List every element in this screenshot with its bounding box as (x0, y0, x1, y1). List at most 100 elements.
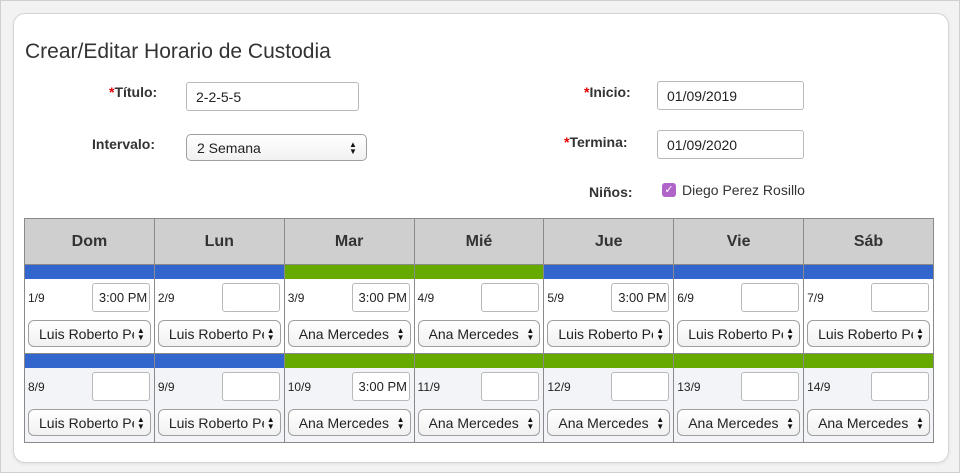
day-header: Vie (673, 218, 805, 265)
interval-select[interactable]: 2 Semana ▲ ▼ (186, 134, 367, 161)
parent-select[interactable]: Ana Mercedes Rosillo▲▼ (417, 409, 541, 436)
calendar-day-cell: 9/9 Luis Roberto Perez▲▼ (153, 353, 285, 443)
custody-color-bar (25, 265, 154, 279)
parent-select[interactable]: Luis Roberto Perez▲▼ (677, 320, 801, 347)
parent-select-value: Ana Mercedes Rosillo (688, 414, 783, 431)
parent-select-value: Luis Roberto Perez (39, 414, 134, 431)
select-arrows-icon: ▲ ▼ (266, 325, 275, 342)
parent-select[interactable]: Ana Mercedes Rosillo▲▼ (807, 409, 930, 436)
select-arrows-icon: ▲ ▼ (136, 325, 145, 342)
child-checkbox-row[interactable]: ✓ Diego Perez Rosillo (662, 182, 805, 198)
select-arrows-icon: ▲ ▼ (396, 325, 405, 342)
day-header: Mar (283, 218, 415, 265)
exchange-time-input[interactable] (221, 283, 280, 312)
parent-select[interactable]: Luis Roberto Perez▲▼ (28, 320, 151, 347)
exchange-time-input[interactable] (741, 372, 800, 401)
day-header: Lun (153, 218, 285, 265)
day-header: Dom (24, 218, 155, 265)
title-label-text: Título: (114, 84, 158, 100)
parent-select[interactable]: Ana Mercedes Rosillo▲▼ (287, 320, 411, 347)
select-arrows-icon: ▲ ▼ (526, 325, 535, 342)
exchange-time-input[interactable] (351, 283, 410, 312)
end-label: *Termina: (564, 134, 628, 150)
parent-select[interactable]: Ana Mercedes Rosillo▲▼ (547, 409, 671, 436)
exchange-time-input[interactable] (741, 283, 800, 312)
day-date: 10/9 (287, 380, 312, 394)
parent-select-value: Ana Mercedes Rosillo (428, 325, 524, 342)
exchange-time-input[interactable] (871, 372, 929, 401)
exchange-time-input[interactable] (611, 283, 670, 312)
parent-select-value: Luis Roberto Perez (168, 325, 264, 342)
custody-calendar: Dom Lun Mar Mié Jue Vie Sáb 1/9 Luis Robe… (24, 218, 934, 443)
page-title: Crear/Editar Horario de Custodia (25, 40, 331, 63)
custody-color-bar (284, 354, 414, 368)
select-arrows-icon: ▲ ▼ (349, 139, 357, 156)
custody-color-bar (284, 265, 414, 279)
children-label: Niños: (589, 184, 633, 200)
parent-select[interactable]: Luis Roberto Perez▲▼ (807, 320, 930, 347)
calendar-week-row: 1/9Luis Roberto Perez▲▼2/9Luis Roberto P… (24, 264, 934, 354)
parent-select-value: Ana Mercedes Rosillo (428, 414, 524, 431)
exchange-time-input[interactable] (221, 372, 280, 401)
custody-color-bar (674, 354, 804, 368)
parent-select-value: Ana Mercedes Rosillo (298, 325, 394, 342)
child-name: Diego Perez Rosillo (682, 182, 805, 198)
exchange-time-input[interactable] (481, 372, 540, 401)
start-label-text: Inicio: (589, 84, 631, 100)
select-arrows-icon: ▲ ▼ (656, 325, 665, 342)
start-date-input[interactable] (657, 81, 804, 110)
day-date: 5/9 (547, 291, 565, 305)
calendar-day-cell: 10/9 Ana Mercedes Rosillo▲▼ (283, 353, 415, 443)
calendar-week-row: 8/9Luis Roberto Perez▲▼9/9 Luis Roberto P… (24, 353, 934, 443)
day-date: 14/9 (807, 380, 831, 394)
parent-select[interactable]: Ana Mercedes Rosillo▲▼ (287, 409, 411, 436)
interval-select-value: 2 Semana (197, 139, 261, 156)
custody-color-bar (414, 354, 544, 368)
parent-select-value: Luis Roberto Perez (688, 325, 783, 342)
day-date: 13/9 (677, 380, 701, 394)
select-arrows-icon: ▲ ▼ (266, 414, 275, 431)
day-date: 2/9 (157, 291, 175, 305)
custody-color-bar (674, 265, 804, 279)
select-arrows-icon: ▲ ▼ (136, 414, 145, 431)
calendar-day-cell: 5/9 Luis Roberto Perez▲▼ (543, 264, 675, 354)
parent-select[interactable]: Luis Roberto Perez▲▼ (28, 409, 151, 436)
select-arrows-icon: ▲ ▼ (786, 325, 795, 342)
day-date: 3/9 (287, 291, 305, 305)
calendar-day-cell: 12/9 Ana Mercedes Rosillo▲▼ (543, 353, 675, 443)
exchange-time-input[interactable] (871, 283, 929, 312)
calendar-day-cell: 11/9 Ana Mercedes Rosillo▲▼ (413, 353, 545, 443)
calendar-day-cell: 7/9 Luis Roberto Perez▲▼ (803, 264, 934, 354)
select-arrows-icon: ▲ ▼ (656, 414, 665, 431)
parent-select-value: Ana Mercedes Rosillo (298, 414, 394, 431)
end-date-input[interactable] (657, 130, 804, 159)
calendar-day-cell: 4/9 Ana Mercedes Rosillo▲▼ (413, 264, 545, 354)
calendar-day-cell: 13/9 Ana Mercedes Rosillo▲▼ (673, 353, 805, 443)
custody-color-bar (154, 265, 284, 279)
custody-color-bar (544, 354, 674, 368)
exchange-time-input[interactable] (611, 372, 670, 401)
parent-select[interactable]: Luis Roberto Perez▲▼ (547, 320, 671, 347)
parent-select[interactable]: Ana Mercedes Rosillo▲▼ (417, 320, 541, 347)
exchange-time-input[interactable] (351, 372, 410, 401)
calendar-day-cell: 2/9 Luis Roberto Perez▲▼ (153, 264, 285, 354)
title-input[interactable] (186, 82, 359, 111)
exchange-time-input[interactable] (91, 283, 150, 312)
exchange-time-input[interactable] (91, 372, 150, 401)
day-header: Sáb (803, 218, 934, 265)
day-date: 4/9 (417, 291, 435, 305)
parent-select[interactable]: Luis Roberto Perez▲▼ (157, 409, 281, 436)
parent-select-value: Luis Roberto Perez (39, 325, 134, 342)
exchange-time-input[interactable] (481, 283, 540, 312)
calendar-day-cell: 8/9 Luis Roberto Perez▲▼ (24, 353, 155, 443)
start-label: *Inicio: (584, 84, 631, 100)
select-arrows-icon: ▲ ▼ (396, 414, 405, 431)
end-label-text: Termina: (569, 134, 628, 150)
parent-select-value: Luis Roberto Perez (558, 325, 653, 342)
day-header: Mié (413, 218, 545, 265)
checkbox-checked-icon[interactable]: ✓ (662, 183, 676, 197)
parent-select[interactable]: Luis Roberto Perez▲▼ (157, 320, 281, 347)
parent-select[interactable]: Ana Mercedes Rosillo▲▼ (677, 409, 801, 436)
day-date: 9/9 (157, 380, 175, 394)
custody-color-bar (414, 265, 544, 279)
